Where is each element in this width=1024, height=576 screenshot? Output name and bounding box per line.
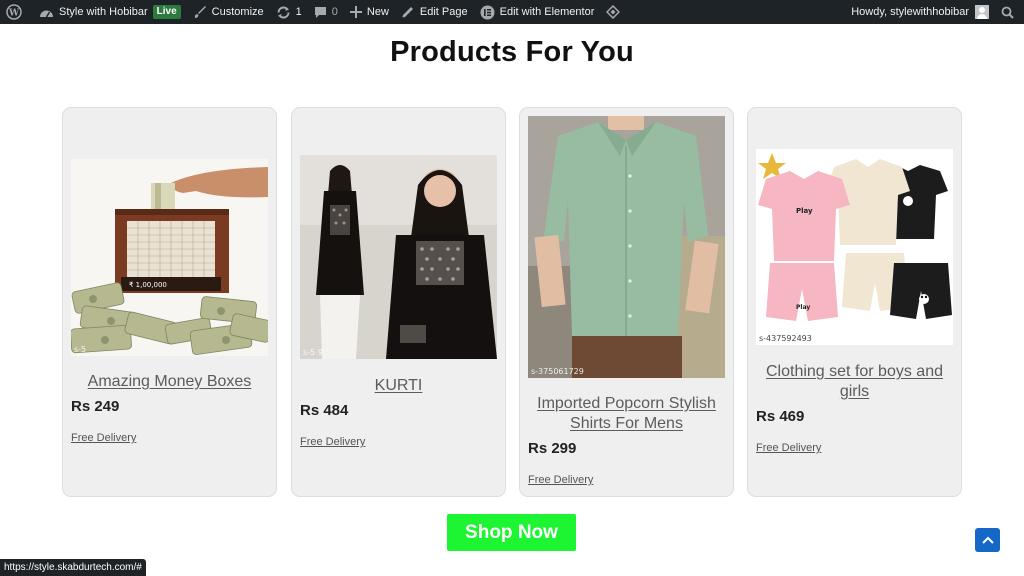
scroll-to-top-button[interactable] — [975, 528, 1000, 552]
updates-icon — [276, 5, 291, 20]
product-image-money-box[interactable]: ₹ 1,00,000 s-5 — [71, 159, 268, 356]
edit-elementor-link[interactable]: Edit with Elementor — [474, 0, 601, 24]
free-delivery-link[interactable]: Free Delivery — [756, 442, 821, 454]
product-card[interactable]: ₹ 1,00,000 s-5 Amazing Money Boxes Rs 24… — [62, 107, 277, 497]
comments-link[interactable]: 0 — [308, 0, 344, 24]
product-sku: s-375061729 — [531, 367, 584, 376]
new-content-menu[interactable]: New — [344, 0, 395, 24]
site-name-menu[interactable]: Style with Hobibar Live — [33, 0, 187, 24]
brush-icon — [193, 5, 207, 19]
howdy-label: Howdy, stylewithhobibar — [851, 6, 969, 18]
pencil-icon — [401, 5, 415, 19]
product-sku: s-5 9 — [303, 348, 323, 357]
product-image-shirt[interactable]: s-375061729 — [528, 116, 725, 378]
site-name: Style with Hobibar — [59, 6, 148, 18]
product-sku: s-5 — [74, 345, 87, 354]
customize-link[interactable]: Customize — [187, 0, 270, 24]
updates-count: 1 — [295, 6, 302, 18]
wordpress-logo-button[interactable]: W — [0, 0, 33, 24]
diamond-icon — [606, 5, 621, 19]
diamond-menu-button[interactable] — [600, 0, 631, 24]
shop-now-button[interactable]: Shop Now — [447, 514, 576, 551]
money-box-amount: ₹ 1,00,000 — [129, 281, 167, 289]
plus-icon — [349, 6, 362, 18]
edit-elementor-label: Edit with Elementor — [499, 6, 595, 18]
comments-count: 0 — [331, 6, 338, 18]
product-card[interactable]: Play Play s-437592493 Clothing set for b… — [747, 107, 962, 497]
admin-bar: W Style with Hobibar Live Customize 1 0 … — [0, 0, 1024, 24]
customize-label: Customize — [211, 6, 264, 18]
admin-search-button[interactable] — [995, 0, 1024, 24]
updates-link[interactable]: 1 — [270, 0, 308, 24]
product-card[interactable]: s-5 9 KURTI Rs 484 Free Delivery — [291, 107, 506, 497]
user-account-menu[interactable]: Howdy, stylewithhobibar — [845, 0, 995, 24]
section-title: Products For You — [390, 36, 634, 68]
edit-page-label: Edit Page — [419, 6, 468, 18]
free-delivery-link[interactable]: Free Delivery — [300, 436, 365, 448]
svg-text:W: W — [8, 9, 20, 19]
product-price: Rs 249 — [71, 398, 120, 415]
avatar — [975, 5, 989, 19]
free-delivery-link[interactable]: Free Delivery — [71, 432, 136, 444]
product-price: Rs 484 — [300, 402, 349, 419]
chevron-up-icon — [981, 531, 994, 549]
pink-shorts-print: Play — [796, 304, 810, 311]
elementor-icon — [480, 5, 495, 20]
free-delivery-link[interactable]: Free Delivery — [528, 474, 593, 486]
product-name-link[interactable]: KURTI — [300, 376, 497, 396]
product-price: Rs 299 — [528, 440, 577, 457]
product-image-kurti[interactable]: s-5 9 — [300, 155, 497, 359]
wordpress-icon: W — [6, 4, 22, 20]
product-sku: s-437592493 — [759, 334, 812, 343]
product-card[interactable]: s-375061729 Imported Popcorn Stylish Shi… — [519, 107, 734, 497]
edit-page-link[interactable]: Edit Page — [395, 0, 474, 24]
dashboard-icon — [39, 6, 54, 19]
product-name-link[interactable]: Imported Popcorn Stylish Shirts For Mens — [528, 394, 725, 434]
product-image-clothing-set[interactable]: Play Play s-437592493 — [756, 149, 953, 345]
status-bar-url: https://style.skabdurtech.com/# — [0, 559, 146, 576]
product-price: Rs 469 — [756, 408, 805, 425]
new-label: New — [366, 6, 389, 18]
pink-tee-print: Play — [796, 207, 813, 215]
comment-icon — [314, 6, 327, 19]
live-badge: Live — [152, 5, 181, 19]
search-icon — [1001, 6, 1014, 19]
product-name-link[interactable]: Amazing Money Boxes — [71, 372, 268, 392]
product-name-link[interactable]: Clothing set for boys and girls — [756, 362, 953, 402]
